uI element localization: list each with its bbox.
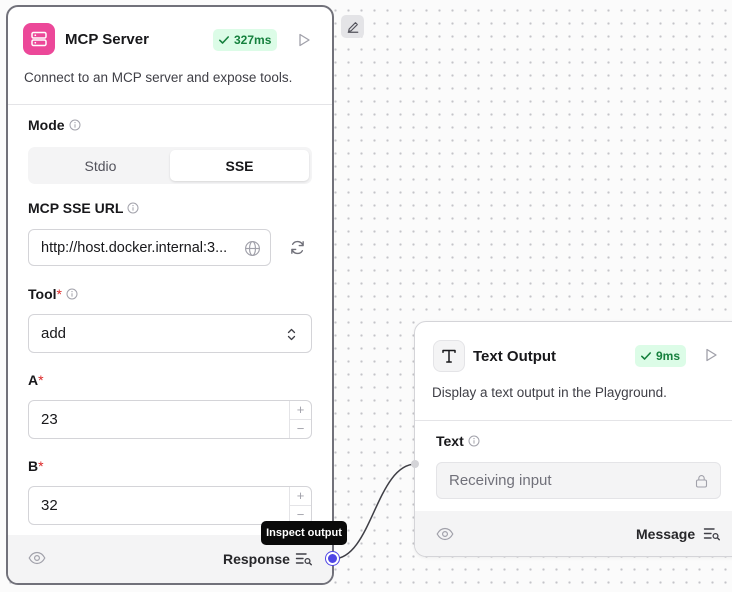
a-label: A* (28, 372, 44, 388)
inspect-output-icon[interactable] (703, 526, 721, 541)
output-label-message[interactable]: Message (636, 526, 695, 542)
inspect-output-tooltip: Inspect output (261, 521, 347, 545)
node-title[interactable]: MCP Server (65, 31, 149, 48)
badge-duration: 327ms (234, 33, 272, 47)
text-input[interactable]: Receiving input (436, 462, 721, 499)
play-icon[interactable] (296, 32, 312, 48)
info-icon (468, 435, 480, 447)
server-icon (23, 23, 55, 55)
mode-toggle[interactable]: Stdio SSE (28, 147, 312, 184)
text-label-text: Text (436, 433, 464, 449)
mode-option-stdio[interactable]: Stdio (31, 150, 170, 181)
check-icon (641, 352, 651, 360)
decrement-icon[interactable]: − (290, 420, 311, 439)
globe-icon[interactable] (244, 240, 261, 257)
a-stepper: + − (289, 401, 311, 438)
info-icon (69, 119, 81, 131)
node-title[interactable]: Text Output (473, 348, 556, 365)
b-stepper: + − (289, 487, 311, 524)
text-input-handle[interactable] (411, 460, 419, 468)
build-status-badge: 9ms (635, 345, 687, 367)
required-marker: * (38, 458, 44, 474)
node-description: Connect to an MCP server and expose tool… (24, 70, 293, 85)
tool-label-text: Tool (28, 286, 57, 302)
divider (415, 420, 732, 421)
b-number-input[interactable]: 32 + − (28, 486, 312, 525)
increment-icon[interactable]: + (290, 487, 311, 506)
divider (8, 104, 332, 105)
info-icon (127, 202, 139, 214)
eye-icon[interactable] (28, 551, 46, 565)
b-label-text: B (28, 458, 39, 474)
b-value: 32 (41, 497, 58, 514)
lock-icon (695, 475, 708, 488)
increment-icon[interactable]: + (290, 401, 311, 420)
pencil-icon (347, 21, 358, 33)
text-type-icon (433, 340, 465, 372)
mode-label: Mode (28, 117, 81, 133)
mcp-server-node[interactable]: MCP Server 327ms Connect to an MCP serve… (6, 5, 334, 585)
a-value: 23 (41, 411, 58, 428)
a-number-input[interactable]: 23 + − (28, 400, 312, 439)
edit-button[interactable] (341, 15, 364, 38)
url-value: http://host.docker.internal:3... (41, 239, 228, 256)
inspect-output-icon[interactable] (295, 551, 313, 566)
text-output-node[interactable]: Text Output 9ms Display a text output in… (414, 321, 732, 557)
check-icon (219, 36, 229, 44)
url-label-text: MCP SSE URL (28, 200, 124, 216)
mode-option-sse[interactable]: SSE (170, 150, 309, 181)
b-label: B* (28, 458, 44, 474)
required-marker: * (38, 372, 44, 388)
eye-icon[interactable] (436, 527, 454, 541)
badge-duration: 9ms (656, 349, 681, 363)
node-description: Display a text output in the Playground. (432, 385, 667, 400)
mode-label-text: Mode (28, 117, 65, 133)
refresh-icon[interactable] (289, 239, 306, 256)
url-label: MCP SSE URL (28, 200, 139, 216)
tool-select[interactable]: add (28, 314, 312, 353)
chevrons-up-down-icon (287, 328, 296, 341)
play-icon[interactable] (703, 347, 719, 363)
tool-value: add (41, 325, 67, 342)
a-label-text: A (28, 372, 39, 388)
build-status-badge: 327ms (213, 29, 278, 51)
response-output-handle[interactable] (326, 552, 339, 565)
required-marker: * (56, 286, 62, 302)
url-input[interactable]: http://host.docker.internal:3... (28, 229, 271, 266)
info-icon (66, 288, 78, 300)
node-footer: Message (415, 511, 732, 556)
tool-label: Tool* (28, 286, 78, 302)
output-label-response[interactable]: Response (223, 551, 290, 567)
text-label: Text (436, 433, 480, 449)
text-input-placeholder: Receiving input (449, 472, 552, 489)
